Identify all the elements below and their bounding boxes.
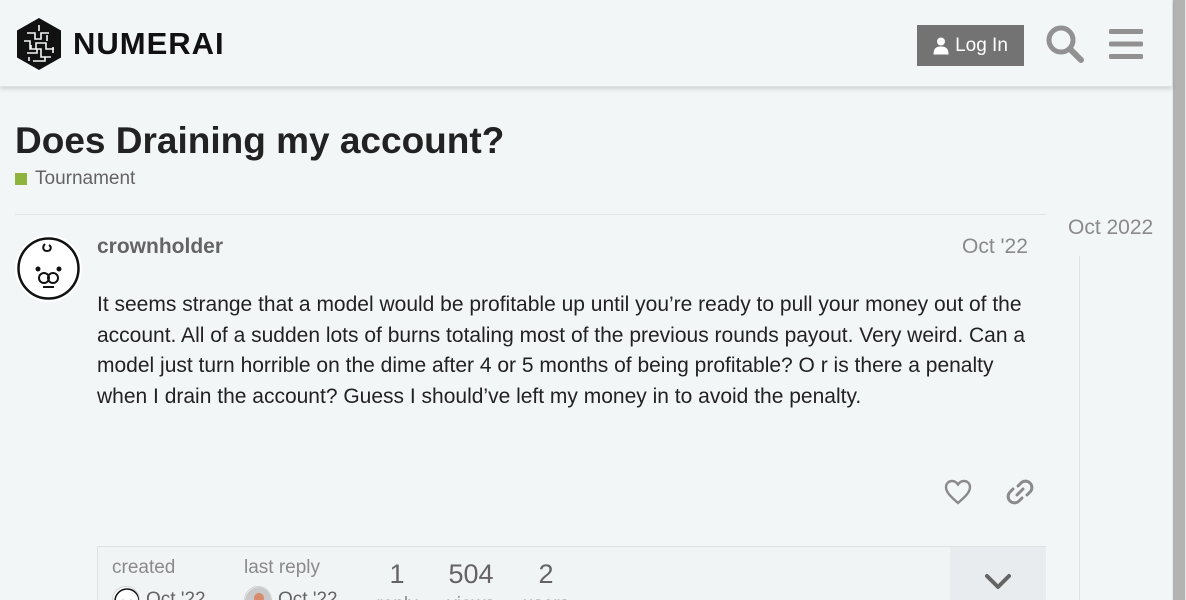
timeline-date[interactable]: Oct 2022: [1068, 216, 1153, 240]
last-reply-detail[interactable]: Oct '22: [244, 586, 338, 600]
search-button[interactable]: [1043, 22, 1087, 66]
baby-avatar-icon: [17, 237, 80, 300]
category-name: Tournament: [35, 168, 136, 189]
timeline-track[interactable]: [1079, 256, 1080, 600]
topic-map: created Oct '22 last reply Oct '22 1 504…: [97, 546, 1046, 600]
title-divider: [15, 214, 1046, 215]
page-scrollbar[interactable]: [1172, 0, 1186, 600]
created-date: Oct '22: [146, 589, 206, 600]
last-reply-info: last reply Oct '22: [244, 557, 338, 600]
chevron-down-icon: [985, 574, 1011, 589]
share-link-button[interactable]: [1000, 472, 1040, 512]
user-icon: [933, 37, 949, 54]
baby-avatar-icon: [114, 588, 139, 600]
hamburger-menu-button[interactable]: [1104, 22, 1148, 66]
replies-stat: 1 reply: [374, 559, 420, 600]
avatar[interactable]: [15, 235, 82, 302]
last-reply-date: Oct '22: [278, 589, 338, 600]
site-logo[interactable]: NUMERAI: [15, 17, 225, 71]
expand-topic-map-button[interactable]: [950, 547, 1046, 600]
login-button-label: Log In: [955, 34, 1008, 56]
views-label: views: [438, 594, 504, 600]
brand-name: NUMERAI: [73, 26, 225, 61]
reply-label: reply: [374, 594, 420, 600]
post-date[interactable]: Oct '22: [962, 235, 1028, 259]
post-body: It seems strange that a model would be p…: [97, 293, 1026, 408]
users-stat: 2 users: [518, 559, 574, 600]
created-info: created Oct '22: [112, 557, 206, 600]
numerai-logo-icon: [17, 18, 61, 70]
category-color-swatch: [15, 173, 27, 185]
creator-avatar: [112, 586, 140, 600]
replier-avatar-icon: [245, 587, 271, 600]
post-username[interactable]: crownholder: [97, 235, 223, 259]
created-label: created: [112, 557, 176, 578]
link-icon: [1006, 479, 1034, 505]
site-header: NUMERAI Log In: [0, 0, 1172, 87]
scrollbar-thumb[interactable]: [1173, 0, 1185, 600]
search-icon: [1046, 25, 1084, 63]
last-replier-avatar: [244, 586, 272, 600]
heart-icon: [944, 479, 972, 505]
login-button[interactable]: Log In: [917, 25, 1024, 66]
like-button[interactable]: [938, 472, 978, 512]
last-reply-label: last reply: [244, 557, 321, 578]
reply-count: 1: [389, 559, 405, 589]
views-stat: 504 views: [438, 559, 504, 600]
views-count: 504: [448, 559, 494, 589]
topic-title[interactable]: Does Draining my account?: [15, 120, 504, 162]
users-count: 2: [538, 559, 554, 589]
users-label: users: [518, 594, 574, 600]
hamburger-menu-icon: [1109, 29, 1143, 59]
category-badge[interactable]: Tournament: [15, 168, 135, 190]
created-detail[interactable]: Oct '22: [112, 586, 206, 600]
